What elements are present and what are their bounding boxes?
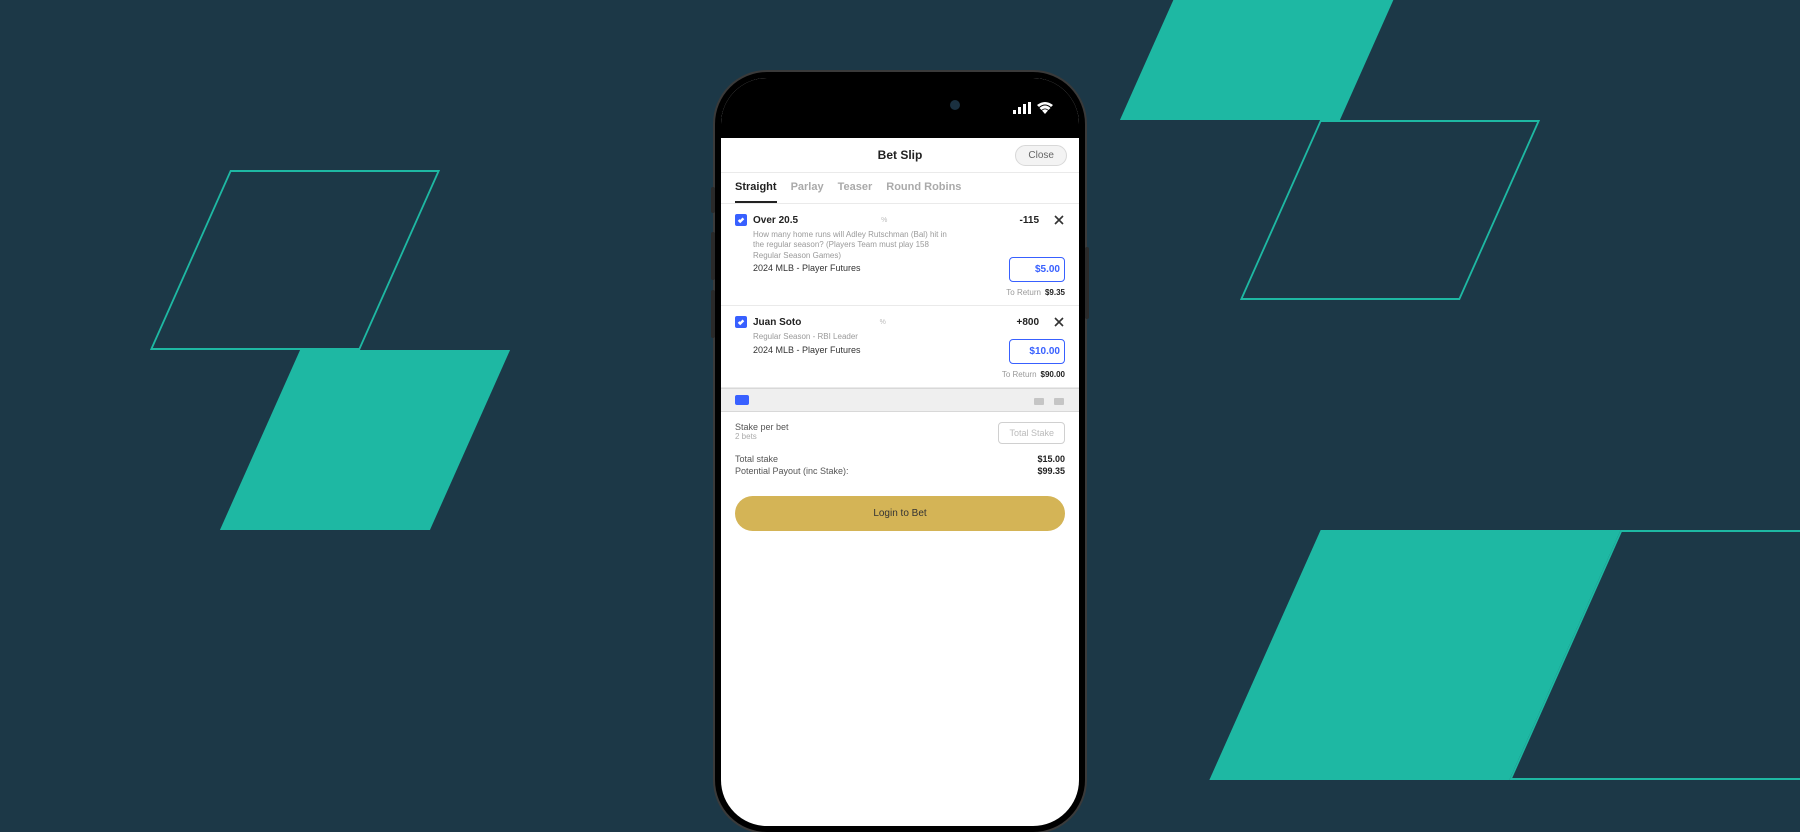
close-button[interactable]: Close	[1015, 145, 1067, 166]
bet-count: 2 bets	[735, 432, 789, 441]
remove-bet-icon[interactable]	[1053, 214, 1065, 226]
bet-item: Juan Soto % +800 Regular Season - RBI Le…	[721, 306, 1079, 387]
remove-bet-icon[interactable]	[1053, 316, 1065, 328]
return-label: To Return	[1002, 370, 1037, 379]
checkbox-icon[interactable]	[735, 214, 747, 226]
login-button[interactable]: Login to Bet	[735, 496, 1065, 531]
return-label: To Return	[1006, 288, 1041, 297]
tabs: Straight Parlay Teaser Round Robins	[721, 173, 1079, 204]
checkbox-icon[interactable]	[735, 316, 747, 328]
total-stake-button[interactable]: Total Stake	[998, 422, 1065, 444]
tab-teaser[interactable]: Teaser	[838, 181, 873, 203]
strip-indicator-icon	[735, 395, 749, 405]
total-stake-value: $15.00	[1037, 454, 1065, 464]
page-title: Bet Slip	[878, 148, 923, 162]
bet-odds: -115	[1020, 215, 1039, 226]
phone-frame: Bet Slip Close Straight Parlay Teaser Ro…	[715, 72, 1085, 832]
payout-value: $99.35	[1037, 466, 1065, 476]
keypad-strip	[721, 388, 1079, 412]
stake-per-bet-label: Stake per bet	[735, 422, 789, 432]
bet-title: Juan Soto	[753, 317, 872, 328]
total-stake-label: Total stake	[735, 454, 778, 464]
cellular-icon	[1013, 102, 1031, 114]
return-value: $9.35	[1045, 288, 1065, 297]
tab-round-robins[interactable]: Round Robins	[886, 181, 961, 203]
phone-screen: Bet Slip Close Straight Parlay Teaser Ro…	[721, 78, 1079, 826]
wifi-icon	[1037, 102, 1053, 114]
stake-input[interactable]: $10.00	[1009, 339, 1065, 364]
tab-parlay[interactable]: Parlay	[791, 181, 824, 203]
stake-input[interactable]: $5.00	[1009, 257, 1065, 282]
payout-label: Potential Payout (inc Stake):	[735, 466, 849, 476]
promo-icon[interactable]	[1053, 394, 1065, 406]
bet-sub: %	[880, 319, 886, 326]
bet-odds: +800	[1016, 317, 1039, 328]
gift-icon[interactable]	[1033, 394, 1045, 406]
bet-sub: %	[881, 217, 887, 224]
bet-item: Over 20.5 % -115 How many home runs will…	[721, 204, 1079, 306]
summary: Stake per bet 2 bets Total Stake Total s…	[721, 412, 1079, 486]
return-value: $90.00	[1041, 370, 1065, 379]
header: Bet Slip Close	[721, 138, 1079, 173]
bet-title: Over 20.5	[753, 215, 873, 226]
tab-straight[interactable]: Straight	[735, 181, 777, 203]
